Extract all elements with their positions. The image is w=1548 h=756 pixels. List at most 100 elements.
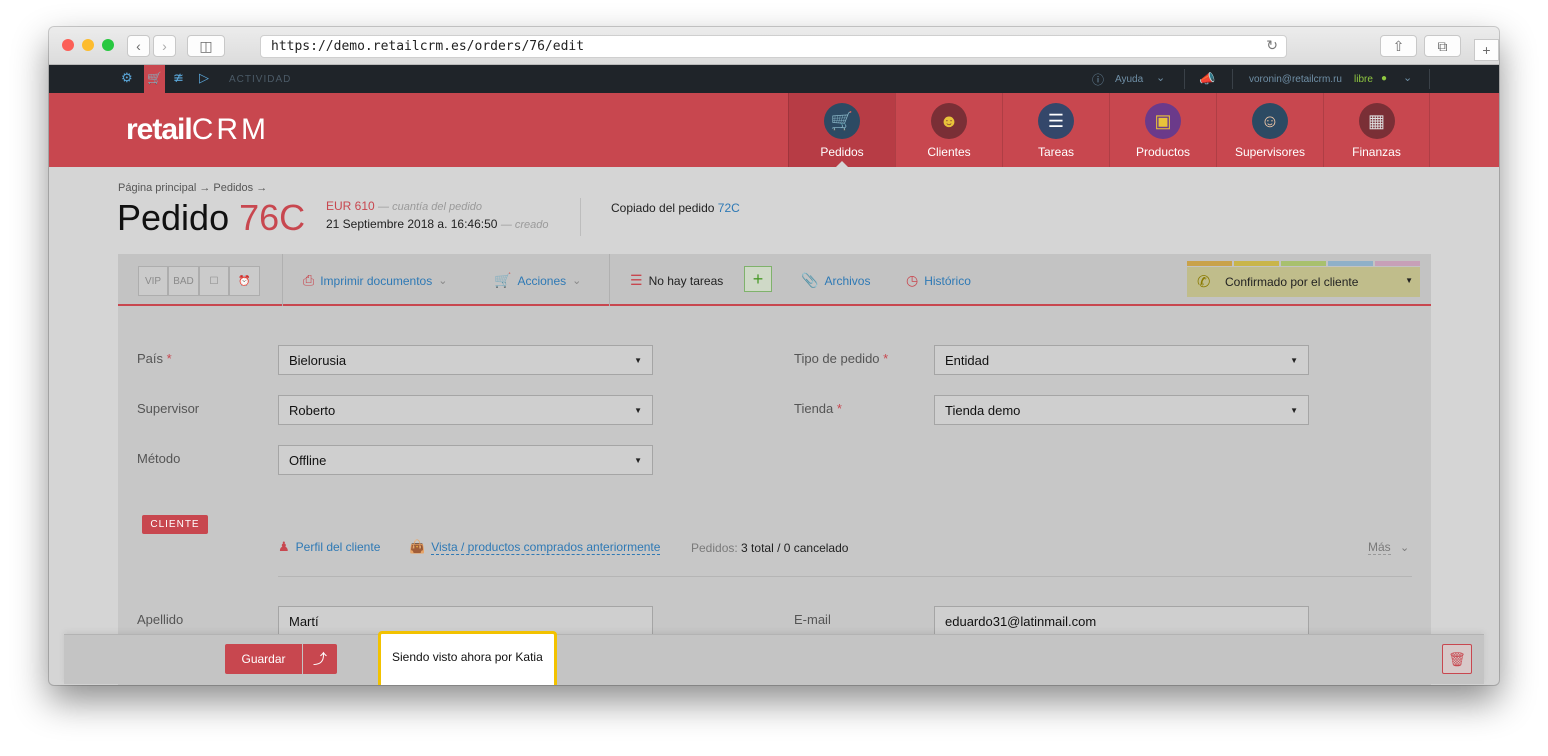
purchased-products-link[interactable]: 👜 Vista / productos comprados anteriorme… bbox=[409, 539, 661, 555]
share-icon[interactable]: ⇧ bbox=[1380, 35, 1417, 57]
nav-finanzas[interactable]: ▦ Finanzas bbox=[1323, 93, 1430, 167]
forward-icon[interactable]: › bbox=[153, 35, 176, 57]
more-label: Más bbox=[1368, 540, 1391, 555]
client-section-badge: CLIENTE bbox=[142, 515, 208, 534]
settings-gear-icon[interactable]: ⚙ bbox=[121, 70, 133, 86]
viewing-notice: Siendo visto ahora por Katia bbox=[378, 631, 557, 685]
copied-order-link[interactable]: 72C bbox=[718, 201, 740, 215]
url-text: https://demo.retailcrm.es/orders/76/edit bbox=[271, 39, 585, 54]
actions-button[interactable]: 🛒 Acciones ⌄ bbox=[494, 272, 581, 289]
call-tag-icon[interactable]: ☐ bbox=[199, 266, 229, 296]
bad-tag[interactable]: BAD bbox=[168, 266, 199, 296]
store-select[interactable]: Tienda demo ▼ bbox=[934, 395, 1309, 425]
method-label: Método bbox=[137, 451, 181, 466]
minimize-window-button[interactable] bbox=[82, 39, 94, 51]
megaphone-icon[interactable]: 📣 bbox=[1199, 71, 1215, 87]
actions-label: Acciones bbox=[517, 273, 567, 288]
email-value: eduardo31@latinmail.com bbox=[945, 614, 1097, 629]
files-button[interactable]: 📎 Archivos bbox=[801, 272, 870, 289]
divider bbox=[609, 254, 610, 306]
history-label: Histórico bbox=[924, 273, 971, 288]
client-profile-label: Perfil del cliente bbox=[295, 540, 381, 554]
supervisor-value: Roberto bbox=[289, 403, 336, 418]
address-bar[interactable]: https://demo.retailcrm.es/orders/76/edit… bbox=[260, 35, 1287, 58]
nav-label: Clientes bbox=[927, 145, 971, 159]
add-task-button[interactable]: + bbox=[744, 266, 772, 292]
vip-tag[interactable]: VIP bbox=[138, 266, 168, 296]
back-icon[interactable]: ‹ bbox=[127, 35, 150, 57]
sidebar-toggle-icon[interactable]: ◫ bbox=[187, 35, 225, 57]
nav-tareas[interactable]: ☰ Tareas bbox=[1002, 93, 1109, 167]
nav-pedidos[interactable]: 🛒 Pedidos bbox=[788, 93, 895, 167]
lastname-value: Martí bbox=[289, 614, 319, 629]
nav-clientes[interactable]: ☻ Clientes bbox=[895, 93, 1002, 167]
app-topbar: ⚙ 🛒 ≇ ▷ ACTIVIDAD ⓘ Ayuda ⌄ 📣 voronin@re… bbox=[49, 65, 1499, 93]
email-field[interactable]: eduardo31@latinmail.com bbox=[934, 606, 1309, 636]
order-type-select[interactable]: Entidad ▼ bbox=[934, 345, 1309, 375]
analytics-icon[interactable]: ≇ bbox=[173, 70, 184, 86]
files-label: Archivos bbox=[824, 273, 871, 288]
new-tab-icon[interactable]: + bbox=[1474, 39, 1499, 61]
viewing-text: Siendo visto ahora por Katia bbox=[392, 650, 543, 664]
caret-down-icon: ▼ bbox=[1405, 276, 1413, 285]
created-note: — creado bbox=[500, 219, 549, 231]
status-flag bbox=[1375, 261, 1420, 266]
divider bbox=[1184, 69, 1185, 89]
help-icon[interactable]: ⓘ bbox=[1092, 71, 1104, 88]
play-icon[interactable]: ▷ bbox=[199, 70, 209, 86]
close-window-button[interactable] bbox=[62, 39, 74, 51]
order-created: 21 Septiembre 2018 a. 16:46:50 — creado bbox=[326, 217, 549, 231]
method-value: Offline bbox=[289, 453, 327, 468]
nav-productos[interactable]: ▣ Productos bbox=[1109, 93, 1216, 167]
orders-cart-icon[interactable]: 🛒 bbox=[144, 65, 165, 93]
required-asterisk: * bbox=[836, 401, 842, 416]
breadcrumb[interactable]: Página principal → Pedidos → bbox=[118, 182, 267, 194]
save-button[interactable]: Guardar bbox=[225, 644, 302, 674]
tasks-list-icon: ☰ bbox=[630, 272, 643, 288]
country-select[interactable]: Bielorusia ▼ bbox=[278, 345, 653, 375]
country-value: Bielorusia bbox=[289, 353, 347, 368]
user-icon: ♟ bbox=[278, 539, 290, 554]
tasks-icon: ☰ bbox=[1038, 103, 1074, 139]
title-prefix: Pedido bbox=[117, 197, 230, 238]
help-link[interactable]: Ayuda bbox=[1115, 74, 1143, 85]
user-email[interactable]: voronin@retailcrm.ru bbox=[1249, 74, 1342, 85]
caret-down-icon: ▼ bbox=[634, 456, 642, 465]
copied-from: Copiado del pedido 72C bbox=[611, 201, 740, 215]
reload-icon[interactable]: ↻ bbox=[1266, 38, 1278, 54]
method-select[interactable]: Offline ▼ bbox=[278, 445, 653, 475]
nav-label: Finanzas bbox=[1352, 145, 1401, 159]
history-button[interactable]: ◷ Histórico bbox=[906, 272, 971, 289]
alarm-tag-icon[interactable]: ⏰ bbox=[229, 266, 260, 296]
help-chevron-down-icon[interactable]: ⌄ bbox=[1156, 71, 1165, 84]
save-and-exit-icon[interactable]: ⤴ bbox=[303, 644, 337, 674]
caret-down-icon: ▼ bbox=[1290, 406, 1298, 415]
retailcrm-logo[interactable]: retailCRM bbox=[126, 113, 269, 147]
nav-label: Pedidos bbox=[820, 145, 864, 159]
status-dot-icon: ● bbox=[1381, 73, 1388, 84]
print-documents-button[interactable]: ⎙ Imprimir documentos ⌄ bbox=[303, 272, 447, 289]
tabs-overview-icon[interactable]: ⧉ bbox=[1424, 35, 1461, 57]
clock-icon: ◷ bbox=[906, 272, 919, 288]
user-chevron-down-icon[interactable]: ⌄ bbox=[1403, 71, 1412, 84]
maximize-window-button[interactable] bbox=[102, 39, 114, 51]
required-asterisk: * bbox=[883, 351, 889, 366]
client-profile-link[interactable]: ♟ Perfil del cliente bbox=[278, 539, 380, 555]
caret-down-icon: ▼ bbox=[634, 406, 642, 415]
nav-supervisores[interactable]: ☺ Supervisores bbox=[1216, 93, 1323, 167]
more-button[interactable]: Más ⌄ bbox=[1368, 540, 1409, 555]
order-status-select[interactable]: ✆ Confirmado por el cliente ▼ bbox=[1187, 267, 1420, 297]
status-flag bbox=[1187, 261, 1232, 266]
nav-label: Supervisores bbox=[1234, 145, 1306, 159]
trash-icon[interactable]: 🗑 bbox=[1442, 644, 1472, 674]
email-label: E-mail bbox=[794, 612, 831, 627]
supervisor-select[interactable]: Roberto ▼ bbox=[278, 395, 653, 425]
tasks-item[interactable]: ☰ No hay tareas bbox=[630, 272, 723, 289]
divider bbox=[1429, 69, 1430, 89]
status-flag bbox=[1234, 261, 1279, 266]
browser-window: ‹ › ◫ https://demo.retailcrm.es/orders/7… bbox=[49, 27, 1499, 685]
activity-label[interactable]: ACTIVIDAD bbox=[229, 74, 291, 85]
store-label-text: Tienda bbox=[794, 401, 834, 416]
phone-icon: ✆ bbox=[1197, 274, 1211, 291]
print-label: Imprimir documentos bbox=[320, 273, 433, 288]
